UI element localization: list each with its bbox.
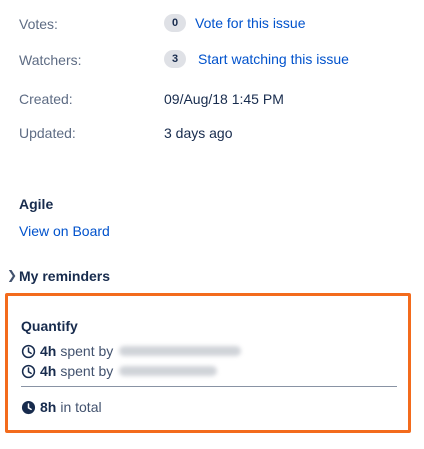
votes-label: Votes: [19, 16, 58, 32]
total-amount: 8h [40, 399, 57, 415]
quantify-panel: Quantify 4h spent by 4h spent by 8h in t… [5, 293, 411, 433]
clock-filled-icon [21, 400, 36, 414]
clock-icon [21, 344, 36, 358]
updated-value: 3 days ago [164, 125, 233, 141]
time-entry: 4h spent by [21, 343, 242, 359]
time-amount: 4h [40, 363, 57, 379]
watchers-value: 3 Start watching this issue [164, 50, 349, 68]
votes-count-badge: 0 [164, 14, 186, 32]
redacted-user-name [119, 366, 218, 376]
time-entry-text: spent by [60, 363, 114, 379]
watchers-count-badge: 3 [164, 50, 186, 68]
divider [21, 386, 397, 387]
my-reminders-toggle[interactable]: My reminders [19, 268, 110, 284]
time-amount: 4h [40, 343, 57, 359]
agile-heading: Agile [19, 196, 54, 212]
total-time: 8h in total [21, 399, 102, 415]
view-on-board-link[interactable]: View on Board [19, 223, 110, 239]
time-entry: 4h spent by [21, 363, 218, 379]
total-text: in total [60, 399, 102, 415]
start-watching-link[interactable]: Start watching this issue [198, 51, 349, 67]
updated-label: Updated: [19, 125, 76, 141]
vote-link[interactable]: Vote for this issue [195, 15, 306, 31]
created-value: 09/Aug/18 1:45 PM [164, 91, 284, 107]
created-label: Created: [19, 91, 73, 107]
clock-icon [21, 364, 36, 378]
quantify-heading: Quantify [21, 318, 78, 334]
redacted-user-name [119, 346, 242, 356]
watchers-label: Watchers: [19, 52, 82, 68]
time-entry-text: spent by [60, 343, 114, 359]
chevron-right-icon[interactable]: ❯ [7, 268, 17, 282]
votes-value: 0 Vote for this issue [164, 14, 306, 32]
